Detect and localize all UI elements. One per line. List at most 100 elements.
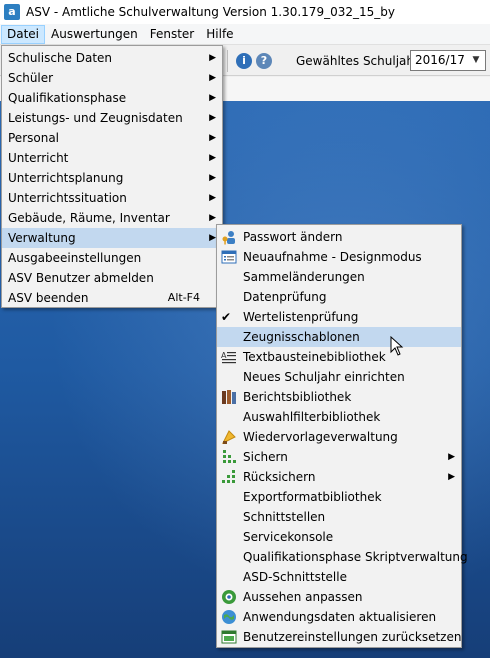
menu-item-label: Unterrichtsplanung bbox=[8, 171, 124, 185]
menu-auswertungen[interactable]: Auswertungen bbox=[45, 25, 144, 44]
appearance-icon bbox=[221, 589, 237, 605]
submenu-arrow-icon: ▶ bbox=[448, 472, 455, 482]
reset-window-icon bbox=[221, 629, 237, 645]
submenu-item-label: Qualifikationsphase Skriptverwaltung bbox=[243, 550, 468, 564]
info-icon[interactable]: i bbox=[236, 53, 252, 69]
menu-item-label: Unterricht bbox=[8, 151, 69, 165]
submenu-item-anwendungsdaten-aktualisieren[interactable]: Anwendungsdaten aktualisieren bbox=[217, 607, 461, 627]
menu-item-ausgabeeinstellungen[interactable]: Ausgabeeinstellungen bbox=[2, 248, 222, 268]
menu-item-label: Verwaltung bbox=[8, 231, 76, 245]
submenu-item-label: ASD-Schnittstelle bbox=[243, 570, 347, 584]
menu-item-label: ASV Benutzer abmelden bbox=[8, 271, 154, 285]
backup-icon bbox=[221, 449, 237, 465]
submenu-item-label: Berichtsbibliothek bbox=[243, 390, 352, 404]
submenu-item-label: Aussehen anpassen bbox=[243, 590, 363, 604]
menu-item-leistungs-und-zeugnisdaten[interactable]: Leistungs- und Zeugnisdaten ▶ bbox=[2, 108, 222, 128]
submenu-item-label: Sichern bbox=[243, 450, 288, 464]
svg-text:A: A bbox=[221, 351, 227, 360]
submenu-item-zeugnisschablonen[interactable]: Zeugnisschablonen bbox=[217, 327, 461, 347]
menu-item-label: Schüler bbox=[8, 71, 54, 85]
menu-item-asv-benutzer-abmelden[interactable]: ASV Benutzer abmelden bbox=[2, 268, 222, 288]
submenu-item-sichern[interactable]: Sichern ▶ bbox=[217, 447, 461, 467]
key-user-icon bbox=[221, 229, 237, 245]
submenu-item-qualifikationsphase-skriptverwaltung[interactable]: Qualifikationsphase Skriptverwaltung bbox=[217, 547, 468, 567]
menu-item-gebaeude-raeume-inventar[interactable]: Gebäude, Räume, Inventar ▶ bbox=[2, 208, 222, 228]
submenu-item-label: Wiedervorlageverwaltung bbox=[243, 430, 398, 444]
submenu-item-asd-schnittstelle[interactable]: ASD-Schnittstelle bbox=[217, 567, 461, 587]
submenu-item-ruecksichern[interactable]: Rücksichern ▶ bbox=[217, 467, 461, 487]
books-icon bbox=[221, 389, 237, 405]
text-lines-icon: A bbox=[221, 349, 237, 365]
submenu-item-label: Wertelistenprüfung bbox=[243, 310, 359, 324]
submenu-item-benutzereinstellungen-zuruecksetzen[interactable]: Benutzereinstellungen zurücksetzen bbox=[217, 627, 461, 647]
menu-auswertungen-label: Auswertungen bbox=[51, 26, 138, 41]
menu-fenster[interactable]: Fenster bbox=[144, 25, 201, 44]
submenu-item-label: Servicekonsole bbox=[243, 530, 334, 544]
submenu-item-auswahlfilterbibliothek[interactable]: Auswahlfilterbibliothek bbox=[217, 407, 461, 427]
submenu-item-label: Zeugnisschablonen bbox=[243, 330, 360, 344]
menu-item-shortcut: Alt-F4 bbox=[167, 291, 200, 304]
submenu-arrow-icon: ▶ bbox=[209, 193, 216, 203]
help-icon[interactable]: ? bbox=[256, 53, 272, 69]
submenu-item-neues-schuljahr-einrichten[interactable]: Neues Schuljahr einrichten bbox=[217, 367, 461, 387]
verwaltung-submenu: Passwort ändern Neuaufnahme - Designmodus… bbox=[216, 224, 468, 648]
submenu-arrow-icon: ▶ bbox=[209, 213, 216, 223]
menu-item-qualifikationsphase[interactable]: Qualifikationsphase ▶ bbox=[2, 88, 222, 108]
submenu-item-exportformatbibliothek[interactable]: Exportformatbibliothek bbox=[217, 487, 461, 507]
submenu-item-label: Datenprüfung bbox=[243, 290, 327, 304]
submenu-item-label: Sammeländerungen bbox=[243, 270, 365, 284]
menu-item-label: Gebäude, Räume, Inventar bbox=[8, 211, 170, 225]
menu-datei[interactable]: Datei bbox=[1, 24, 46, 44]
submenu-item-schnittstellen[interactable]: Schnittstellen bbox=[217, 507, 461, 527]
menu-item-verwaltung[interactable]: Verwaltung ▶ bbox=[2, 228, 222, 248]
submenu-item-label: Neues Schuljahr einrichten bbox=[243, 370, 405, 384]
submenu-arrow-icon: ▶ bbox=[209, 93, 216, 103]
submenu-item-wertelistenpruefung[interactable]: ✔ Wertelistenprüfung bbox=[217, 307, 461, 327]
submenu-item-sammelaenderungen[interactable]: Sammeländerungen bbox=[217, 267, 461, 287]
submenu-item-neuaufnahme-designmodus[interactable]: Neuaufnahme - Designmodus bbox=[217, 247, 461, 267]
menu-item-schueler[interactable]: Schüler ▶ bbox=[2, 68, 222, 88]
submenu-item-passwort-aendern[interactable]: Passwort ändern bbox=[217, 227, 461, 247]
menu-item-asv-beenden[interactable]: ASV beenden Alt-F4 bbox=[2, 288, 222, 308]
submenu-item-servicekonsole[interactable]: Servicekonsole bbox=[217, 527, 461, 547]
menu-item-label: Ausgabeeinstellungen bbox=[8, 251, 142, 265]
menu-item-unterrichtsplanung[interactable]: Unterrichtsplanung ▶ bbox=[2, 168, 222, 188]
form-icon bbox=[221, 249, 237, 265]
menu-item-label: ASV beenden bbox=[8, 291, 89, 305]
school-year-value: 2016/17 bbox=[415, 53, 465, 67]
submenu-item-label: Passwort ändern bbox=[243, 230, 343, 244]
submenu-item-aussehen-anpassen[interactable]: Aussehen anpassen bbox=[217, 587, 461, 607]
submenu-arrow-icon: ▶ bbox=[209, 133, 216, 143]
datei-menu: Schulische Daten ▶ Schüler ▶ Qualifikationsp… bbox=[1, 45, 223, 308]
menu-item-label: Schulische Daten bbox=[8, 51, 113, 65]
submenu-item-textbausteinebibliothek[interactable]: A Textbausteinebibliothek bbox=[217, 347, 461, 367]
menu-datei-label: Datei bbox=[7, 26, 40, 41]
asv-app-icon: a bbox=[4, 4, 20, 20]
submenu-item-label: Benutzereinstellungen zurücksetzen bbox=[243, 630, 462, 644]
restore-icon bbox=[221, 469, 237, 485]
menu-item-schulische-daten[interactable]: Schulische Daten ▶ bbox=[2, 48, 222, 68]
submenu-item-datenpruefung[interactable]: Datenprüfung bbox=[217, 287, 461, 307]
menu-item-unterricht[interactable]: Unterricht ▶ bbox=[2, 148, 222, 168]
menu-item-label: Qualifikationsphase bbox=[8, 91, 127, 105]
title-bar: a ASV - Amtliche Schulverwaltung Version… bbox=[0, 0, 490, 24]
menu-hilfe-label: Hilfe bbox=[206, 26, 234, 41]
submenu-arrow-icon: ▶ bbox=[448, 452, 455, 462]
submenu-arrow-icon: ▶ bbox=[209, 153, 216, 163]
submenu-item-berichtsbibliothek[interactable]: Berichtsbibliothek bbox=[217, 387, 461, 407]
menu-item-label: Unterrichtssituation bbox=[8, 191, 127, 205]
menu-fenster-label: Fenster bbox=[149, 26, 195, 41]
submenu-arrow-icon: ▶ bbox=[209, 73, 216, 83]
menu-item-personal[interactable]: Personal ▶ bbox=[2, 128, 222, 148]
submenu-item-label: Textbausteinebibliothek bbox=[243, 350, 386, 364]
submenu-item-label: Neuaufnahme - Designmodus bbox=[243, 250, 422, 264]
menu-hilfe[interactable]: Hilfe bbox=[200, 25, 239, 44]
menu-item-label: Leistungs- und Zeugnisdaten bbox=[8, 111, 183, 125]
school-year-select[interactable]: 2016/17 ▼ bbox=[410, 50, 486, 71]
submenu-arrow-icon: ▶ bbox=[209, 53, 216, 63]
menu-item-unterrichtssituation[interactable]: Unterrichtssituation ▶ bbox=[2, 188, 222, 208]
submenu-item-label: Rücksichern bbox=[243, 470, 316, 484]
submenu-item-label: Exportformatbibliothek bbox=[243, 490, 382, 504]
chevron-down-icon[interactable]: ▼ bbox=[469, 53, 483, 68]
submenu-item-wiedervorlageverwaltung[interactable]: Wiedervorlageverwaltung bbox=[217, 427, 461, 447]
